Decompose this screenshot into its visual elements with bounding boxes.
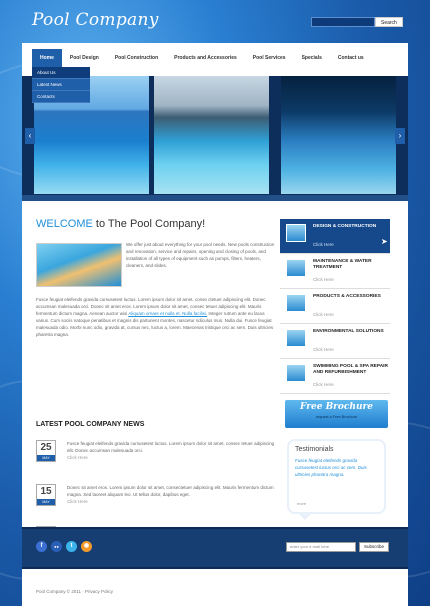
twitter-icon[interactable]: t xyxy=(66,541,77,552)
rss-icon[interactable]: ◉ xyxy=(81,541,92,552)
service-box-repair[interactable]: SWIMMING POOL & SPA REPAIR AND REFURBISH… xyxy=(280,359,390,394)
nav-item-pool-services[interactable]: Pool Services xyxy=(245,49,294,67)
service-box-maintenance[interactable]: MAINTENANCE & WATER TREATMENT Click Here xyxy=(280,254,390,289)
submenu-item-about[interactable]: About Us xyxy=(32,67,90,79)
date-badge: 25 MAY xyxy=(36,440,56,462)
subscribe-button[interactable]: Subscribe xyxy=(359,542,390,552)
service-link[interactable]: Click Here xyxy=(313,382,334,387)
home-submenu: About Us Latest News Contacts xyxy=(32,67,90,103)
cursor-icon: ➤ xyxy=(381,237,388,246)
service-box-products[interactable]: PRODUCTS & ACCESSORIES Click Here xyxy=(280,289,390,324)
newsletter-email-input[interactable]: enter your e-mail here xyxy=(286,542,356,552)
news-item: 15 MAY Donec sit amet eros. Lorem ipsum d… xyxy=(36,484,276,518)
nav-item-products[interactable]: Products and Accessories xyxy=(166,49,245,67)
service-link[interactable]: Click Here xyxy=(313,312,334,317)
service-thumb xyxy=(286,329,306,347)
services-sidebar: DESIGN & CONSTRUCTION Click Here ➤ MAINT… xyxy=(280,219,390,394)
news-item: 25 MAY Fusce feugiat eleifends gravida cu… xyxy=(36,440,276,474)
welcome-title: WELCOME to The Pool Company! xyxy=(36,218,206,230)
service-box-environmental[interactable]: ENVIRONMENTAL SOLUTIONS Click Here xyxy=(280,324,390,359)
welcome-link[interactable]: Aliquam ornare et nulla et. Nulla facili… xyxy=(128,311,207,316)
nav-item-home[interactable]: Home xyxy=(32,49,62,67)
page-container: Home Pool Design Pool Construction Produ… xyxy=(22,43,408,606)
news-link[interactable]: Click Here xyxy=(67,499,88,504)
submenu-item-contacts[interactable]: Contacts xyxy=(32,91,90,103)
family-pool-image xyxy=(36,243,122,287)
submenu-item-news[interactable]: Latest News xyxy=(32,79,90,91)
testimonials-more-link[interactable]: more xyxy=(297,501,306,506)
copyright: Pool Company © 2011 · Privacy Policy xyxy=(36,589,114,594)
slider-next-icon[interactable]: › xyxy=(395,128,405,144)
news-heading: LATEST POOL COMPANY NEWS xyxy=(36,421,145,428)
search-input[interactable] xyxy=(311,17,375,27)
logo[interactable]: Pool Company xyxy=(32,10,159,30)
facebook-icon[interactable]: f xyxy=(36,541,47,552)
search-button[interactable]: Search xyxy=(375,17,403,27)
welcome-paragraph: Fusce feugiat eleifends gravida cursuset… xyxy=(36,297,274,337)
service-thumb xyxy=(286,259,306,277)
nav-item-contact[interactable]: Contact us xyxy=(330,49,372,67)
nav-item-pool-design[interactable]: Pool Design xyxy=(62,49,107,67)
service-thumb xyxy=(286,224,306,242)
free-brochure-banner[interactable]: Free Brochure request a Free Brochure xyxy=(285,400,388,428)
main-content: WELCOME to The Pool Company! We offer ju… xyxy=(36,218,276,548)
search-form: Search xyxy=(311,17,403,27)
slide-image-resort-pool[interactable] xyxy=(154,76,269,194)
testimonials-heading: Testimonials xyxy=(295,446,334,453)
testimonial-quote: Fusce feugiat eleifends gravida cursuset… xyxy=(295,458,367,477)
slider-prev-icon[interactable]: ‹ xyxy=(25,128,35,144)
service-link[interactable]: Click Here xyxy=(313,347,334,352)
speech-arrow xyxy=(297,512,313,520)
date-badge: 15 MAY xyxy=(36,484,56,506)
news-link[interactable]: Click Here xyxy=(67,455,88,460)
header: Pool Company Search xyxy=(0,0,430,44)
nav-item-pool-construction[interactable]: Pool Construction xyxy=(107,49,166,67)
service-link[interactable]: Click Here xyxy=(313,242,334,247)
service-thumb xyxy=(286,294,306,312)
service-box-design[interactable]: DESIGN & CONSTRUCTION Click Here ➤ xyxy=(280,219,390,254)
service-link[interactable]: Click Here xyxy=(313,277,334,282)
nav-item-specials[interactable]: Specials xyxy=(294,49,330,67)
testimonials-box: Testimonials Fusce feugiat eleifends gra… xyxy=(287,439,386,520)
flickr-icon[interactable]: ●● xyxy=(51,541,62,552)
service-thumb xyxy=(286,364,306,382)
slider-shelf xyxy=(22,195,408,201)
main-nav: Home Pool Design Pool Construction Produ… xyxy=(32,49,372,67)
welcome-intro: We offer just about everything for your … xyxy=(126,242,275,268)
footer-bar: f ●● t ◉ enter your e-mail here Subscrib… xyxy=(22,527,408,569)
slide-image-night-pool[interactable] xyxy=(281,76,396,194)
